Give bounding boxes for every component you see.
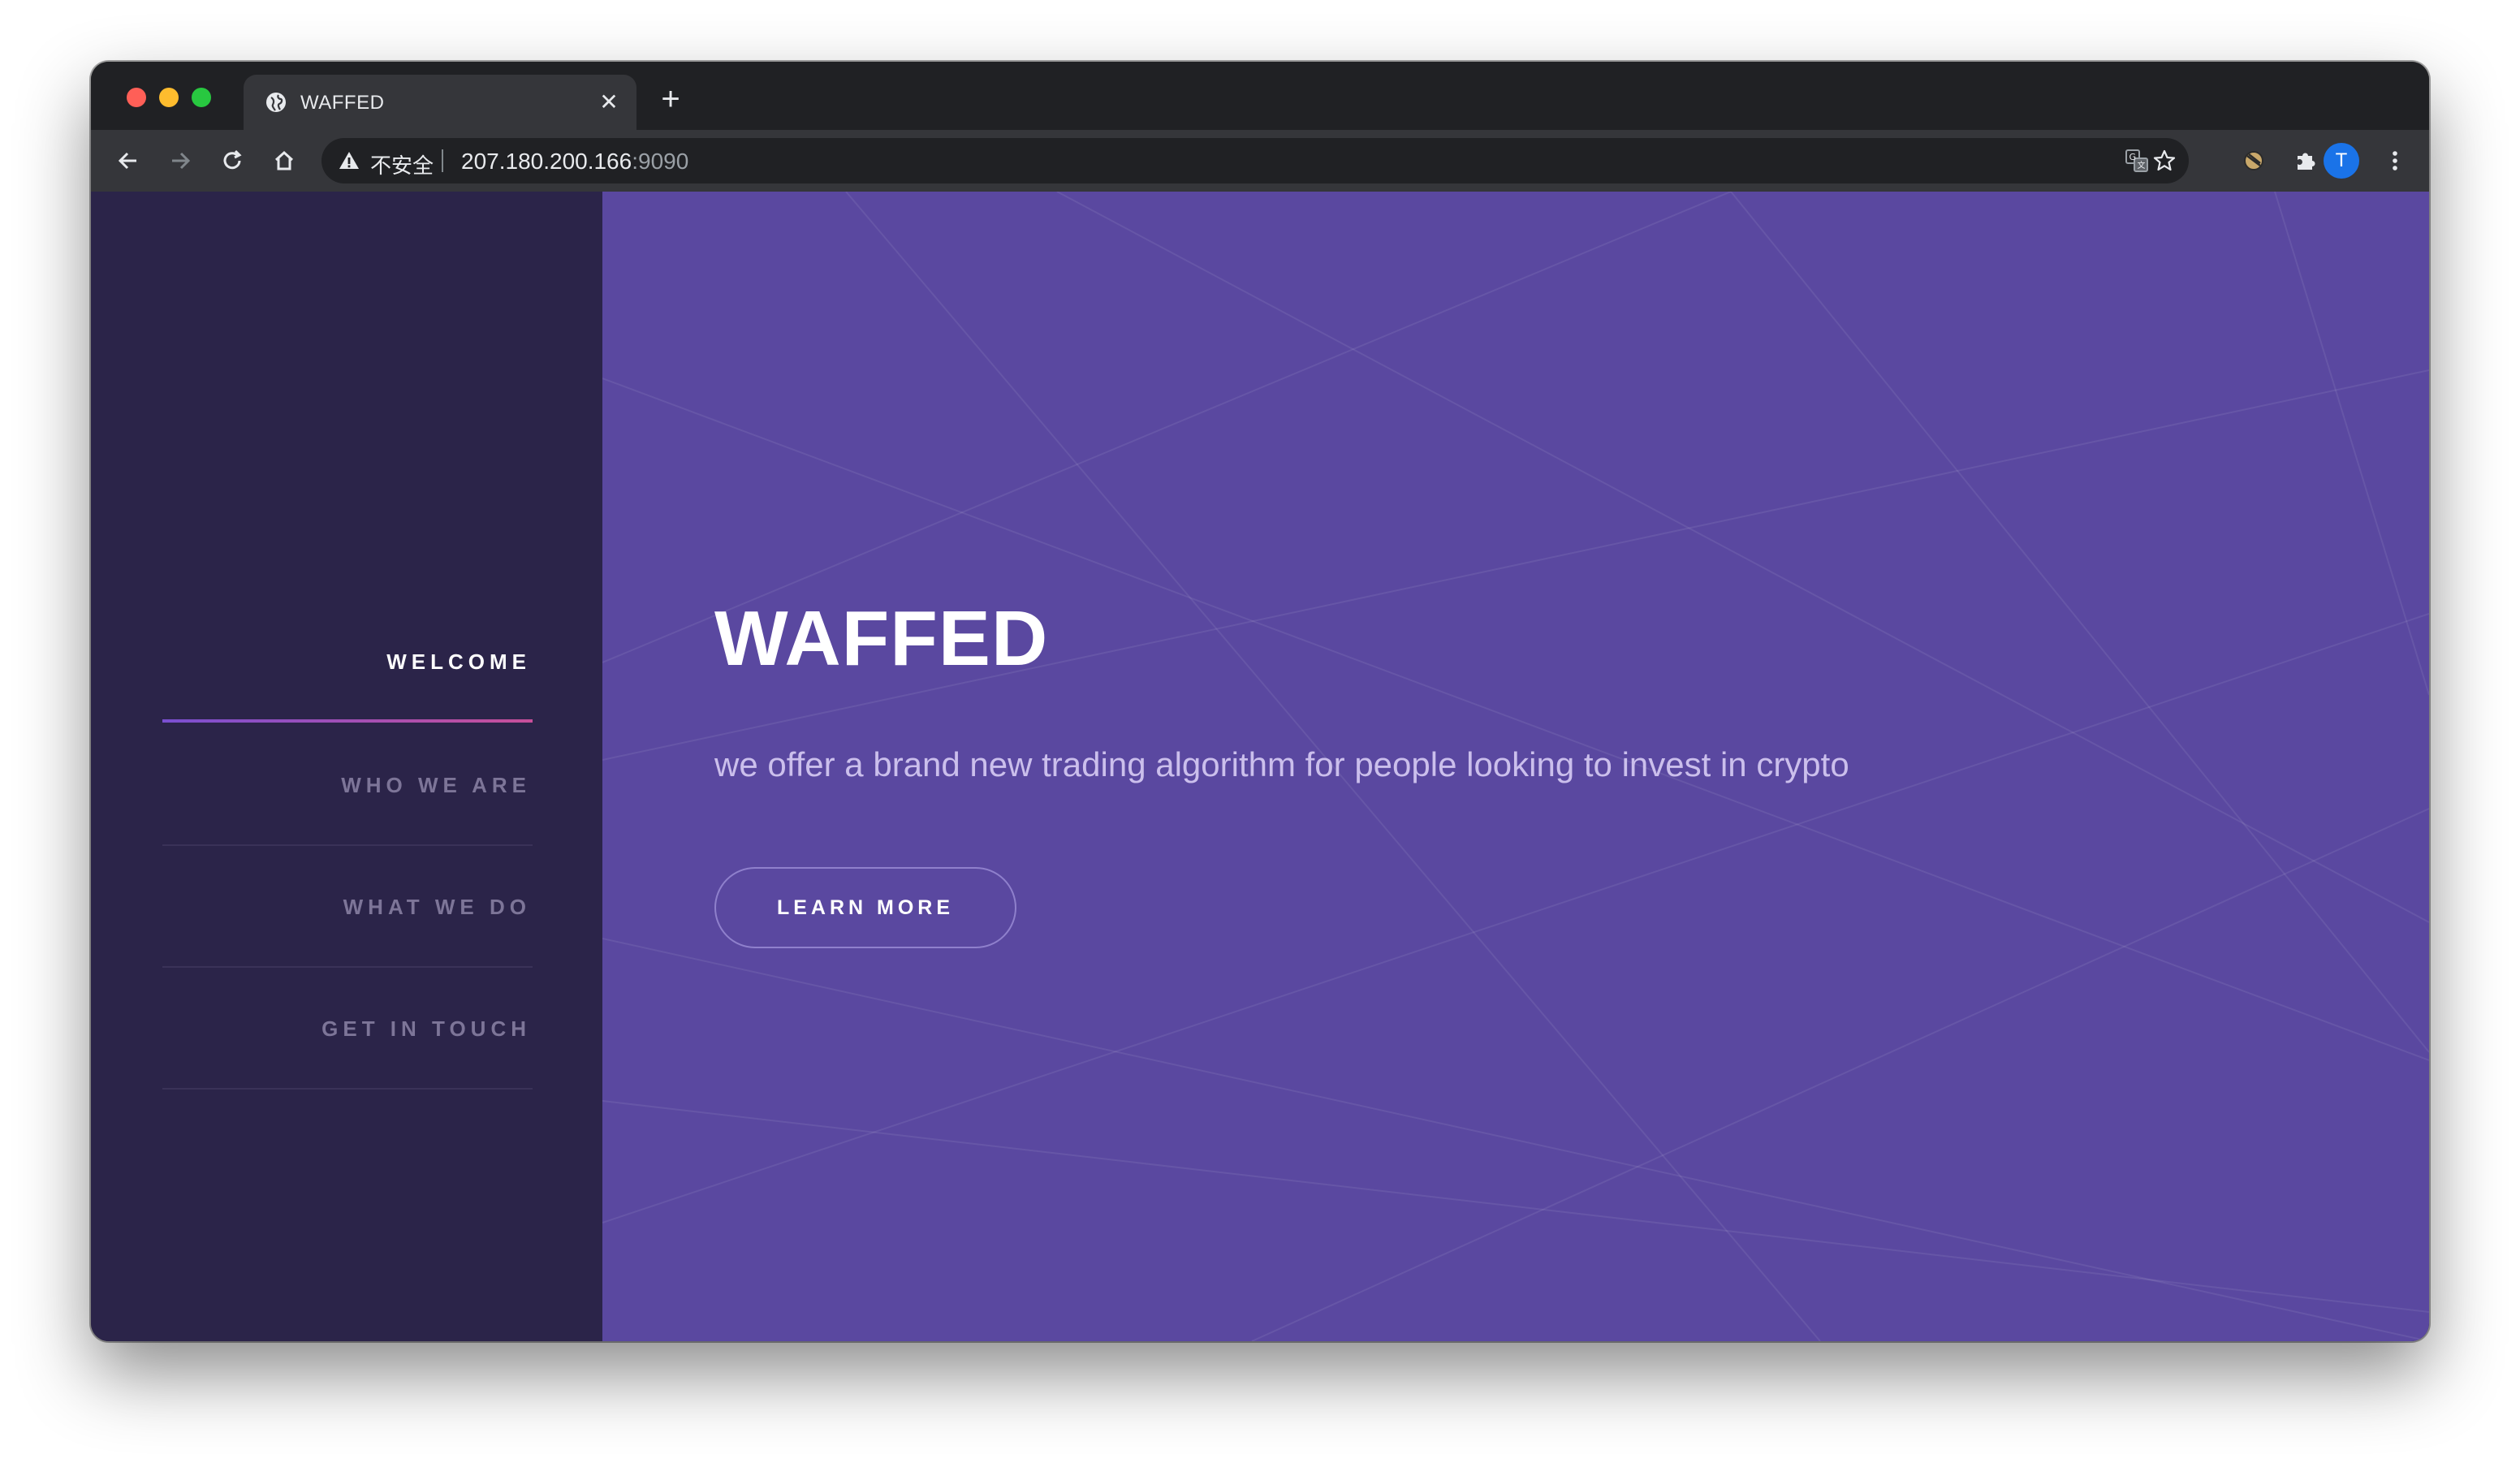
hero-section: WAFFED we offer a brand new trading algo…	[602, 192, 2429, 1341]
omnibox-separator	[442, 149, 443, 172]
page-content: WELCOME WHO WE ARE WHAT WE DO GET IN TOU…	[91, 192, 2429, 1341]
url-host: 207.180.200.166	[461, 149, 632, 174]
learn-more-button[interactable]: LEARN MORE	[714, 867, 1016, 948]
browser-toolbar: 不安全 207.180.200.166:9090 G 文 T	[91, 130, 2429, 192]
nav-item-label: WELCOME	[386, 650, 531, 674]
nav-item-label: GET IN TOUCH	[321, 1016, 531, 1041]
zoom-window-button[interactable]	[192, 88, 211, 107]
sidebar-nav: WELCOME WHO WE ARE WHAT WE DO GET IN TOU…	[91, 192, 602, 1341]
nav-item-what-we-do[interactable]: WHAT WE DO	[162, 846, 533, 968]
new-tab-button[interactable]: +	[656, 83, 685, 115]
nav-item-who-we-are[interactable]: WHO WE ARE	[162, 724, 533, 846]
nav-item-label: WHO WE ARE	[341, 773, 531, 797]
minimize-window-button[interactable]	[159, 88, 179, 107]
globe-icon	[266, 93, 286, 112]
puzzle-icon[interactable]	[2289, 145, 2322, 177]
reload-icon[interactable]	[216, 145, 248, 177]
warning-icon	[339, 152, 359, 169]
hero-title: WAFFED	[714, 595, 1049, 682]
tab-title: WAFFED	[300, 92, 385, 114]
translate-icon[interactable]: G 文	[2124, 148, 2150, 174]
home-icon[interactable]	[268, 145, 300, 177]
nav-item-get-in-touch[interactable]: GET IN TOUCH	[162, 968, 533, 1090]
browser-tab[interactable]: WAFFED ✕	[244, 75, 636, 130]
forward-icon[interactable]	[164, 145, 196, 177]
hero-subtitle: we offer a brand new trading algorithm f…	[714, 745, 1849, 783]
tab-close-icon[interactable]: ✕	[596, 89, 622, 115]
more-icon[interactable]	[2379, 145, 2411, 177]
back-icon[interactable]	[112, 145, 145, 177]
tab-strip: WAFFED ✕ +	[91, 62, 2429, 130]
nav-item-welcome[interactable]: WELCOME	[162, 601, 533, 723]
extension-icon[interactable]	[2237, 145, 2270, 177]
bookmark-star-icon[interactable]	[2151, 148, 2177, 174]
url-port: :9090	[632, 149, 689, 174]
active-nav-indicator	[162, 719, 533, 723]
svg-text:文: 文	[2138, 160, 2146, 170]
nav-item-label: WHAT WE DO	[343, 895, 531, 919]
profile-avatar[interactable]: T	[2324, 143, 2359, 179]
address-bar[interactable]: 不安全 207.180.200.166:9090 G 文	[321, 138, 2189, 183]
url-text[interactable]: 207.180.200.166:9090	[461, 149, 688, 175]
security-label[interactable]: 不安全	[370, 149, 434, 179]
browser-window: WAFFED ✕ + 不安全 207.180.200.166:9090 G 文 …	[91, 62, 2429, 1341]
close-window-button[interactable]	[127, 88, 146, 107]
svg-text:G: G	[2129, 152, 2137, 162]
